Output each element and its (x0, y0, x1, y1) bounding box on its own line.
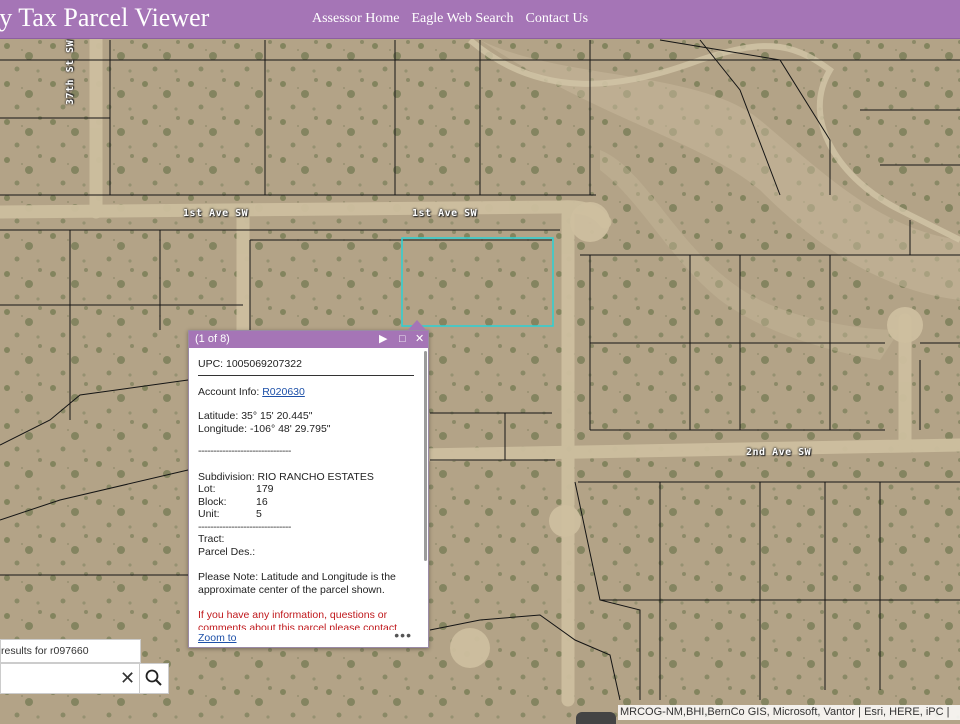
lot-row: Lot: 179 (198, 483, 414, 496)
top-nav: Assessor Home Eagle Web Search Contact U… (312, 11, 588, 27)
app-header: ty Tax Parcel Viewer Assessor Home Eagle… (0, 0, 960, 39)
nav-assessor-home[interactable]: Assessor Home (312, 11, 400, 27)
close-icon[interactable]: ✕ (415, 332, 424, 346)
zoom-to-link[interactable]: Zoom to (198, 632, 237, 644)
nav-contact-us[interactable]: Contact Us (526, 11, 589, 27)
unit-label: Unit: (198, 508, 220, 520)
popup-scrollbar[interactable] (424, 351, 427, 561)
tract-text: Tract: (198, 533, 225, 545)
next-feature-icon[interactable]: ▶ (379, 332, 387, 346)
dash-divider: ------------------------------- (198, 445, 291, 457)
more-options-icon[interactable]: ••• (394, 627, 412, 643)
map-attribution: MRCOG-NM,BHI,BernCo GIS, Microsoft, Vant… (618, 705, 960, 720)
lot-label: Lot: (198, 483, 216, 495)
parcel-popup: (1 of 8) ▶ □ ✕ UPC: 1005069207322 Accoun… (188, 330, 429, 648)
popup-footer: Zoom to ••• (189, 627, 426, 647)
search-icon (145, 669, 162, 686)
dock-icon[interactable]: □ (399, 332, 406, 346)
account-info: Account Info: R020630 (198, 386, 414, 399)
road-label-37th-st: 37th St SW (65, 39, 76, 105)
road-label-1st-ave-west: 1st Ave SW (183, 208, 249, 219)
block-label: Block: (198, 495, 227, 508)
latitude-text: Latitude: 35° 15' 20.445" (198, 410, 313, 422)
account-label: Account Info: (198, 385, 263, 398)
block-row: Block: 16 (198, 496, 414, 509)
dash-divider-2: ------------------------------- (198, 520, 291, 533)
road-label-2nd-ave: 2nd Ave SW (746, 447, 812, 458)
subdivision-text: Subdivision: RIO RANCHO ESTATES (198, 470, 374, 483)
map-view[interactable]: 1st Ave SW 1st Ave SW 2nd Ave SW 37th St… (0, 38, 960, 720)
red-note-text: If you have any information, questions o… (198, 609, 398, 630)
account-link[interactable]: R020630 (262, 386, 305, 398)
popup-content[interactable]: UPC: 1005069207322 Account Info: R020630… (189, 348, 423, 630)
app-title: ty Tax Parcel Viewer (0, 3, 210, 32)
search-button[interactable] (139, 663, 169, 694)
popup-pointer (408, 320, 426, 330)
feature-count: (1 of 8) (195, 333, 230, 345)
note-text: Please Note: Latitude and Longitude is t… (198, 571, 396, 596)
nav-eagle-web-search[interactable]: Eagle Web Search (412, 11, 514, 27)
attribution-toggle[interactable] (576, 712, 616, 724)
popup-header: (1 of 8) ▶ □ ✕ (189, 331, 428, 348)
unit-value: 5 (256, 508, 262, 520)
unit-row: Unit: 5 (198, 508, 414, 521)
block-value: 16 (256, 495, 268, 508)
road-label-1st-ave-east: 1st Ave SW (412, 208, 478, 219)
clear-search-icon[interactable]: ✕ (120, 668, 135, 688)
lot-value: 179 (256, 483, 274, 495)
search-results-suggestion[interactable]: results for r097660 (0, 639, 141, 663)
parcel-des-text: Parcel Des.: (198, 545, 256, 558)
search-input[interactable]: ✕ (0, 663, 141, 694)
divider (198, 374, 414, 376)
aerial-imagery (0, 38, 960, 720)
longitude-text: Longitude: -106° 48' 29.795" (198, 422, 331, 435)
upc-text: UPC: 1005069207322 (198, 358, 302, 370)
